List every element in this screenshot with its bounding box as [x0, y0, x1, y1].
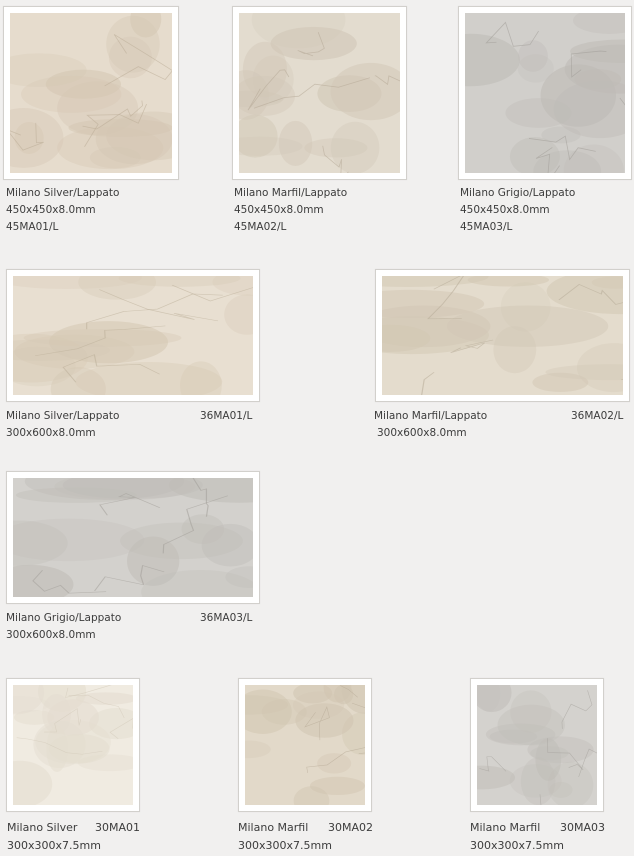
tile-image-frame[interactable] — [6, 471, 260, 604]
product-code: 36MA02/L — [571, 410, 624, 422]
tile-swatch — [10, 13, 172, 173]
tile-swatch — [465, 13, 625, 173]
product-size: 450x450x8.0mm — [6, 204, 96, 216]
product-code: 30MA02 — [328, 821, 374, 834]
tile-image-frame[interactable] — [3, 6, 179, 180]
product-name: Milano Grigio/Lappato — [460, 187, 576, 199]
tile-swatch — [245, 685, 365, 805]
product-name: Milano Silver/Lappato — [6, 410, 120, 422]
tile-image-frame[interactable] — [232, 6, 407, 180]
product-name: Milano Silver — [7, 821, 78, 834]
product-name: Milano Grigio/Lappato — [6, 612, 122, 624]
tile-swatch — [13, 276, 253, 395]
product-size: 450x450x8.0mm — [460, 204, 550, 216]
tile-image-frame[interactable] — [470, 678, 604, 812]
product-code: 30MA01 — [95, 821, 141, 834]
tile-image-frame[interactable] — [6, 269, 260, 402]
product-name: Milano Marfil/Lappato — [234, 187, 348, 199]
tile-image-frame[interactable] — [6, 678, 140, 812]
product-name: Milano Marfil/Lappato — [374, 410, 488, 422]
product-size: 450x450x8.0mm — [234, 204, 324, 216]
product-code: 45MA03/L — [460, 221, 513, 233]
tile-image-frame[interactable] — [458, 6, 632, 180]
product-name: Milano Marfil — [470, 821, 541, 834]
product-size: 300x600x8.0mm — [377, 427, 467, 439]
tile-swatch — [239, 13, 400, 173]
product-size: 300x600x8.0mm — [6, 427, 96, 439]
tile-swatch — [13, 478, 253, 597]
tile-swatch — [477, 685, 597, 805]
product-size: 300x300x7.5mm — [470, 839, 564, 852]
tile-swatch — [382, 276, 623, 395]
product-code: 45MA01/L — [6, 221, 59, 233]
product-code: 36MA01/L — [200, 410, 253, 422]
product-name: Milano Silver/Lappato — [6, 187, 120, 199]
product-code: 36MA03/L — [200, 612, 253, 624]
tile-image-frame[interactable] — [375, 269, 630, 402]
tile-image-frame[interactable] — [238, 678, 372, 812]
product-name: Milano Marfil — [238, 821, 309, 834]
product-size: 300x300x7.5mm — [7, 839, 101, 852]
product-size: 300x600x8.0mm — [6, 629, 96, 641]
tile-swatch — [13, 685, 133, 805]
product-code: 45MA02/L — [234, 221, 287, 233]
product-size: 300x300x7.5mm — [238, 839, 332, 852]
product-code: 30MA03 — [560, 821, 606, 834]
